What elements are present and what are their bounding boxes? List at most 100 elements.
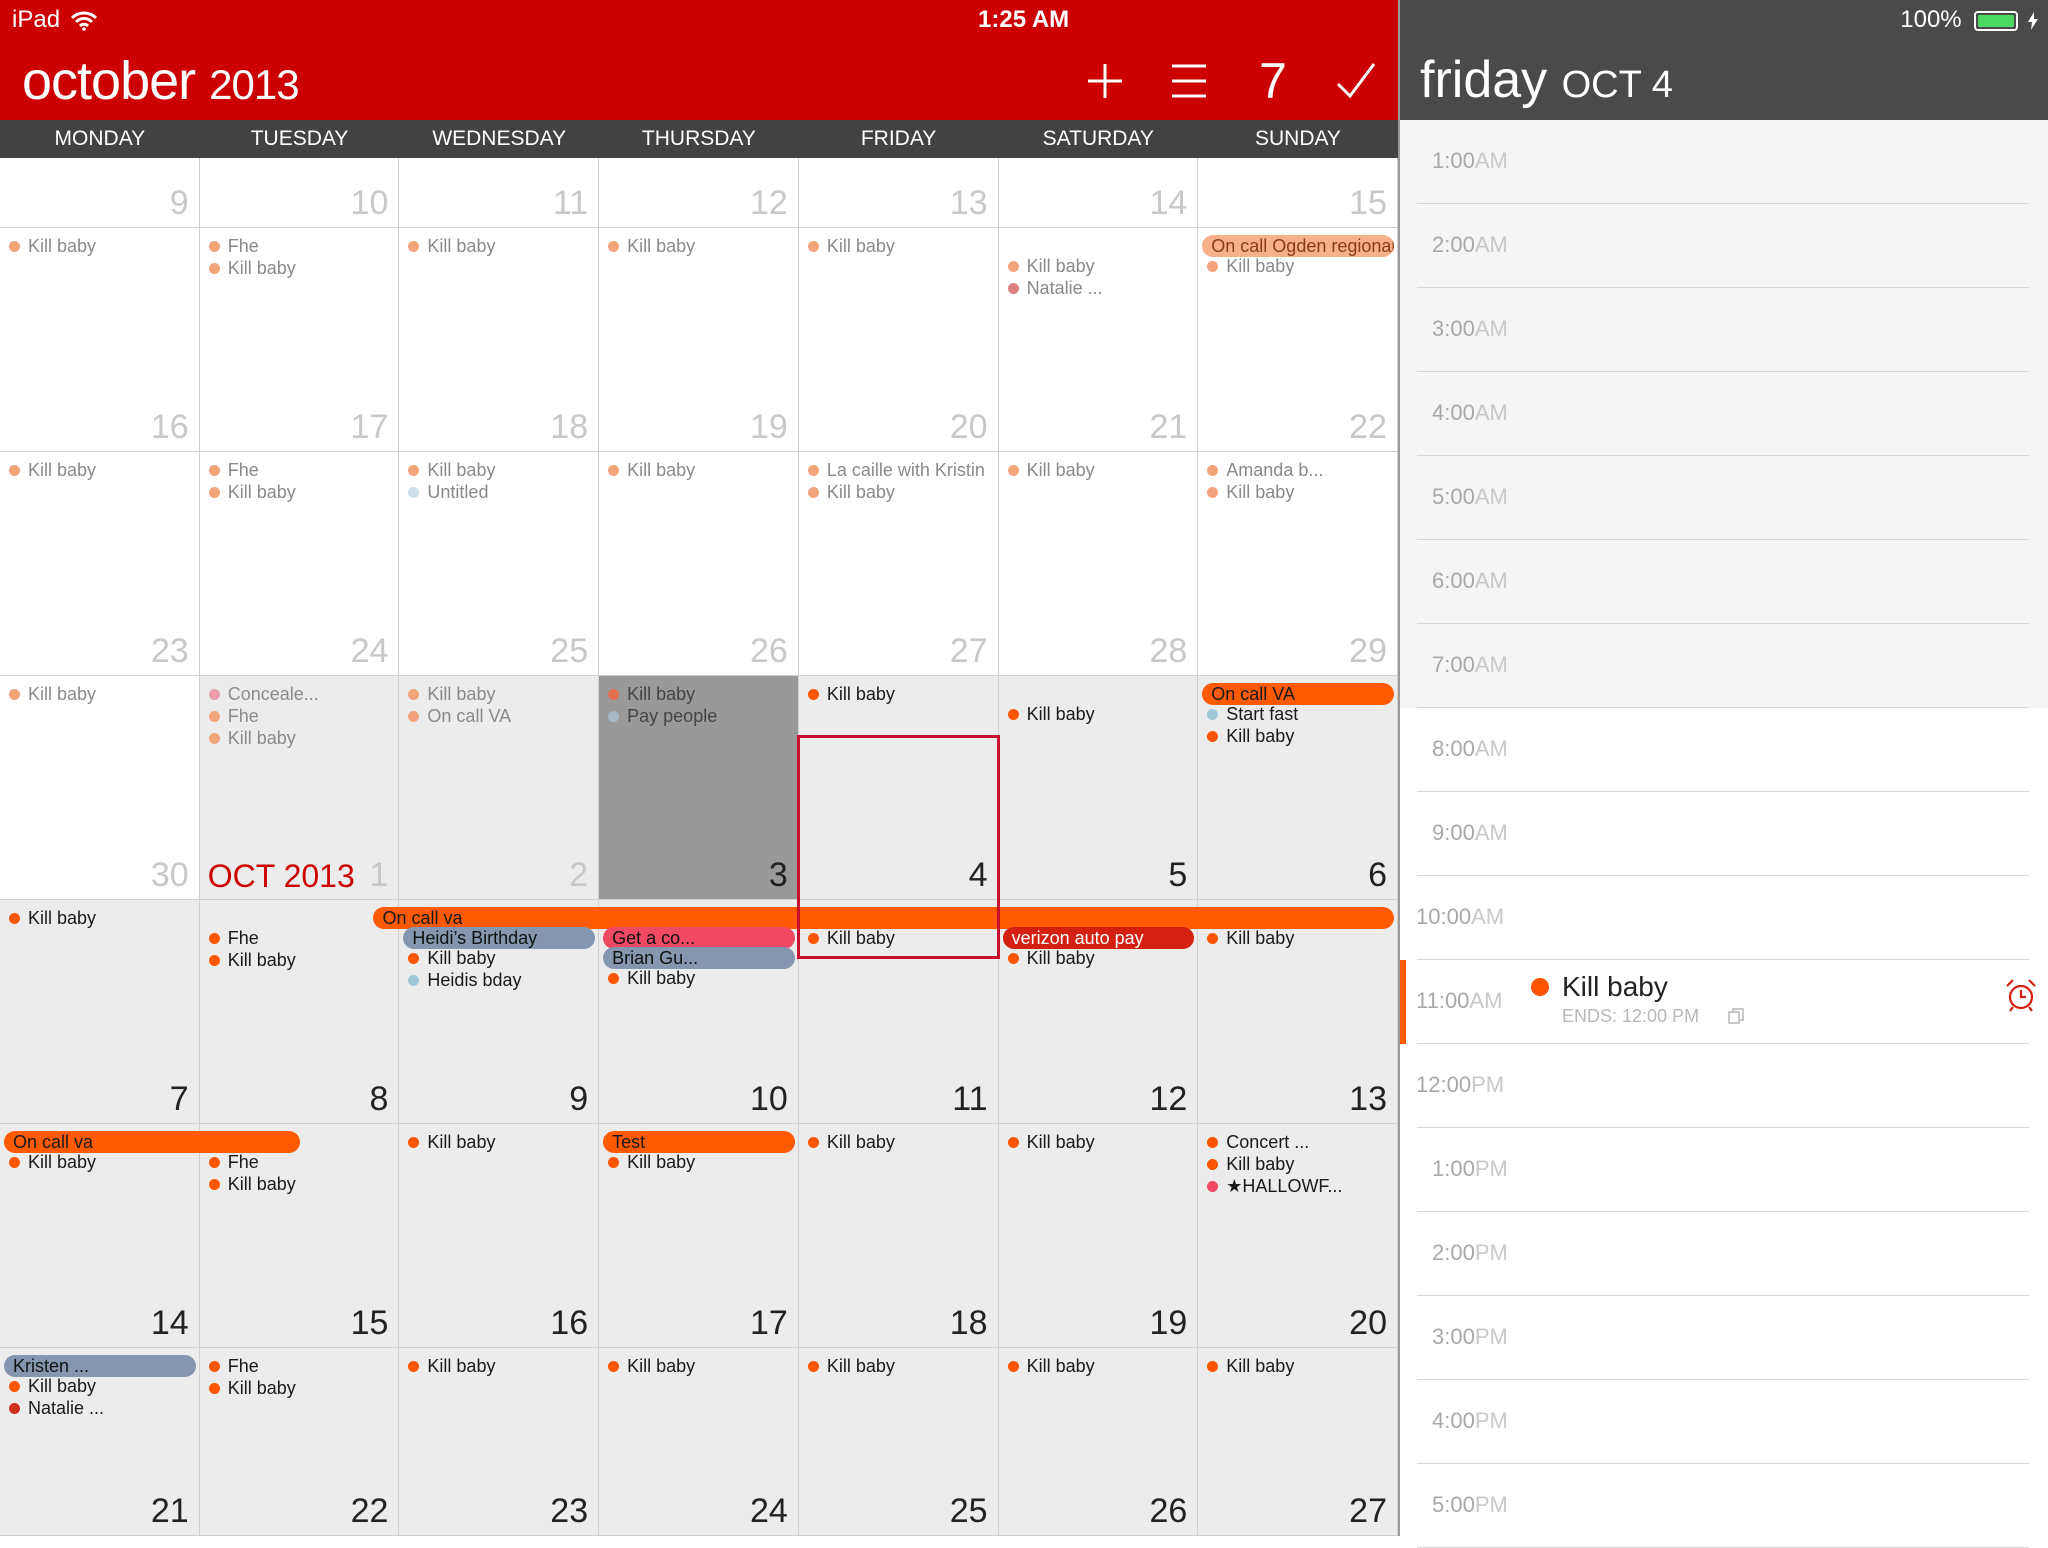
pill-heidis-birthday[interactable]: Heidi’s Birthday <box>403 927 596 949</box>
event-item[interactable]: Kill baby <box>807 1355 994 1377</box>
event-item[interactable]: Untitled <box>408 481 594 503</box>
event-item[interactable]: Kill baby <box>408 235 594 257</box>
event-item[interactable]: Kill baby <box>1007 1131 1194 1153</box>
list-view-button[interactable] <box>1160 54 1218 108</box>
event-item[interactable]: Kill baby <box>9 907 195 929</box>
event-item[interactable]: Kill baby <box>807 235 994 257</box>
event-item[interactable]: Kill baby <box>1007 255 1194 277</box>
day-cell[interactable]: Kill baby Pay people 3 <box>599 676 799 900</box>
event-item[interactable]: Kill baby <box>608 967 794 989</box>
event-item[interactable]: Pay people <box>608 705 794 727</box>
week-view-button[interactable]: 7 <box>1244 54 1302 108</box>
day-cell[interactable]: 15 <box>1198 158 1398 228</box>
event-item[interactable]: On call VA <box>408 705 594 727</box>
event-item[interactable]: Kill baby <box>408 459 594 481</box>
pill-get-a-co[interactable]: Get a co... <box>603 927 795 949</box>
event-item[interactable]: Fhe <box>208 705 395 727</box>
event-item[interactable]: Kill baby <box>1007 703 1194 725</box>
event-item[interactable]: Fhe <box>208 235 395 257</box>
day-cell[interactable]: Kill baby Untitled 25 <box>399 452 600 676</box>
day-cell[interactable]: 14 <box>998 158 1199 228</box>
day-cell[interactable]: La caille with Kristin Kill baby 27 <box>798 452 999 676</box>
day-cell[interactable]: 11 <box>399 158 600 228</box>
event-item[interactable]: Kill baby <box>807 683 994 705</box>
day-cell[interactable]: Kill baby 26 <box>599 452 799 676</box>
day-cell[interactable]: Kill baby 19 <box>998 1124 1199 1348</box>
event-item[interactable]: Kill baby <box>608 459 794 481</box>
day-cell[interactable]: 13 <box>798 158 999 228</box>
hour-slot[interactable]: 10:00AM <box>1400 876 2048 960</box>
event-item[interactable]: Amanda b... <box>1207 459 1393 481</box>
hour-slot[interactable]: 12:00PM <box>1400 1044 2048 1128</box>
day-cell[interactable]: Concert ... Kill baby ★HALLOWF... 20 <box>1198 1124 1398 1348</box>
day-cell[interactable]: Kill baby 24 <box>599 1348 799 1536</box>
hour-slot[interactable]: 2:00AM <box>1400 204 2048 288</box>
hour-slot[interactable]: 7:00AM <box>1400 624 2048 708</box>
day-cell[interactable]: 9 <box>0 158 200 228</box>
event-item[interactable]: ★HALLOWF... <box>1207 1175 1393 1197</box>
pill-on-call-ogden[interactable]: On call Ogden regional <box>1202 235 1394 257</box>
copy-icon[interactable] <box>1728 1008 1744 1024</box>
day-cell[interactable]: Kill baby 23 <box>0 452 200 676</box>
event-item[interactable]: Kill baby <box>408 1355 594 1377</box>
day-cell[interactable]: 12 <box>599 158 799 228</box>
event-item[interactable]: Fhe <box>208 1151 395 1173</box>
day-cell[interactable]: Kill baby 26 <box>998 1348 1199 1536</box>
event-item[interactable]: Kill baby <box>408 947 594 969</box>
hour-slot[interactable]: 1:00PM <box>1400 1128 2048 1212</box>
hour-slot[interactable]: 9:00AM <box>1400 792 2048 876</box>
event-item[interactable]: Fhe <box>208 927 395 949</box>
hour-slot[interactable]: 1:00AM <box>1400 120 2048 204</box>
day-cell[interactable]: Kill baby 27 <box>1198 1348 1398 1536</box>
event-item[interactable]: Kill baby <box>208 727 395 749</box>
event-item[interactable]: Kill baby <box>608 1151 794 1173</box>
event-item[interactable]: Kill baby <box>208 257 395 279</box>
day-event-kill-baby[interactable]: Kill baby ENDS: 12:00 PM <box>1530 968 2036 1038</box>
event-item[interactable]: Kill baby <box>1207 255 1393 277</box>
event-item[interactable]: Kill baby <box>9 235 195 257</box>
event-item[interactable]: Kill baby <box>208 1173 395 1195</box>
tasks-button[interactable] <box>1326 54 1384 108</box>
day-cell[interactable]: Kill baby 16 <box>0 228 200 452</box>
day-cell[interactable]: Kill baby 14 <box>0 1124 200 1348</box>
day-cell[interactable]: Kill baby 22 <box>1198 228 1398 452</box>
day-cell[interactable]: Kill baby 5 <box>998 676 1199 900</box>
day-cell[interactable]: Kill baby On call VA 2 <box>399 676 600 900</box>
day-cell[interactable]: Start fast Kill baby 6 <box>1198 676 1398 900</box>
event-item[interactable]: Fhe <box>208 459 395 481</box>
day-cell[interactable]: Kill baby Natalie ... 21 <box>998 228 1199 452</box>
event-item[interactable]: Kill baby <box>208 481 395 503</box>
hour-slot[interactable]: 5:00AM <box>1400 456 2048 540</box>
day-cell[interactable]: Fhe Kill baby 15 <box>199 1124 400 1348</box>
add-event-button[interactable] <box>1076 54 1134 108</box>
event-item[interactable]: Kill baby <box>1207 725 1393 747</box>
event-item[interactable]: Kill baby <box>1207 1153 1393 1175</box>
event-item[interactable]: Kill baby <box>1207 1355 1393 1377</box>
day-cell[interactable]: Kill baby 17 <box>599 1124 799 1348</box>
day-cell[interactable]: Amanda b... Kill baby 29 <box>1198 452 1398 676</box>
hour-slot[interactable]: 3:00PM <box>1400 1296 2048 1380</box>
hour-slot[interactable]: 5:00PM <box>1400 1464 2048 1548</box>
day-cell[interactable]: Conceale... Fhe Kill baby OCT 2013 1 <box>199 676 400 900</box>
event-item[interactable]: Kill baby <box>9 1375 195 1397</box>
day-cell[interactable]: Kill baby 7 <box>0 900 200 1124</box>
event-item[interactable]: Kill baby <box>408 1131 594 1153</box>
day-cell[interactable]: Kill baby 23 <box>399 1348 600 1536</box>
event-item[interactable]: Kill baby <box>1007 459 1194 481</box>
event-item[interactable]: La caille with Kristin <box>807 459 994 481</box>
event-item[interactable]: Kill baby <box>807 1131 994 1153</box>
day-cell[interactable]: Kill baby 19 <box>599 228 799 452</box>
day-cell[interactable]: Kill baby 16 <box>399 1124 600 1348</box>
pill-verizon[interactable]: verizon auto pay <box>1002 927 1195 949</box>
event-item[interactable]: Kill baby <box>608 1355 794 1377</box>
pill-on-call-va-14[interactable]: On call va <box>4 1131 300 1153</box>
day-cell[interactable]: Fhe Kill baby 8 <box>199 900 400 1124</box>
pill-test[interactable]: Test <box>603 1131 795 1153</box>
event-item[interactable]: Kill baby <box>807 481 994 503</box>
hour-slot[interactable]: 4:00PM <box>1400 1380 2048 1464</box>
hour-slot[interactable]: 6:00AM <box>1400 540 2048 624</box>
event-item[interactable]: Fhe <box>208 1355 395 1377</box>
pill-kristen[interactable]: Kristen ... <box>4 1355 196 1377</box>
event-item[interactable]: Heidis bday <box>408 969 594 991</box>
day-cell[interactable]: Kill baby 18 <box>399 228 600 452</box>
